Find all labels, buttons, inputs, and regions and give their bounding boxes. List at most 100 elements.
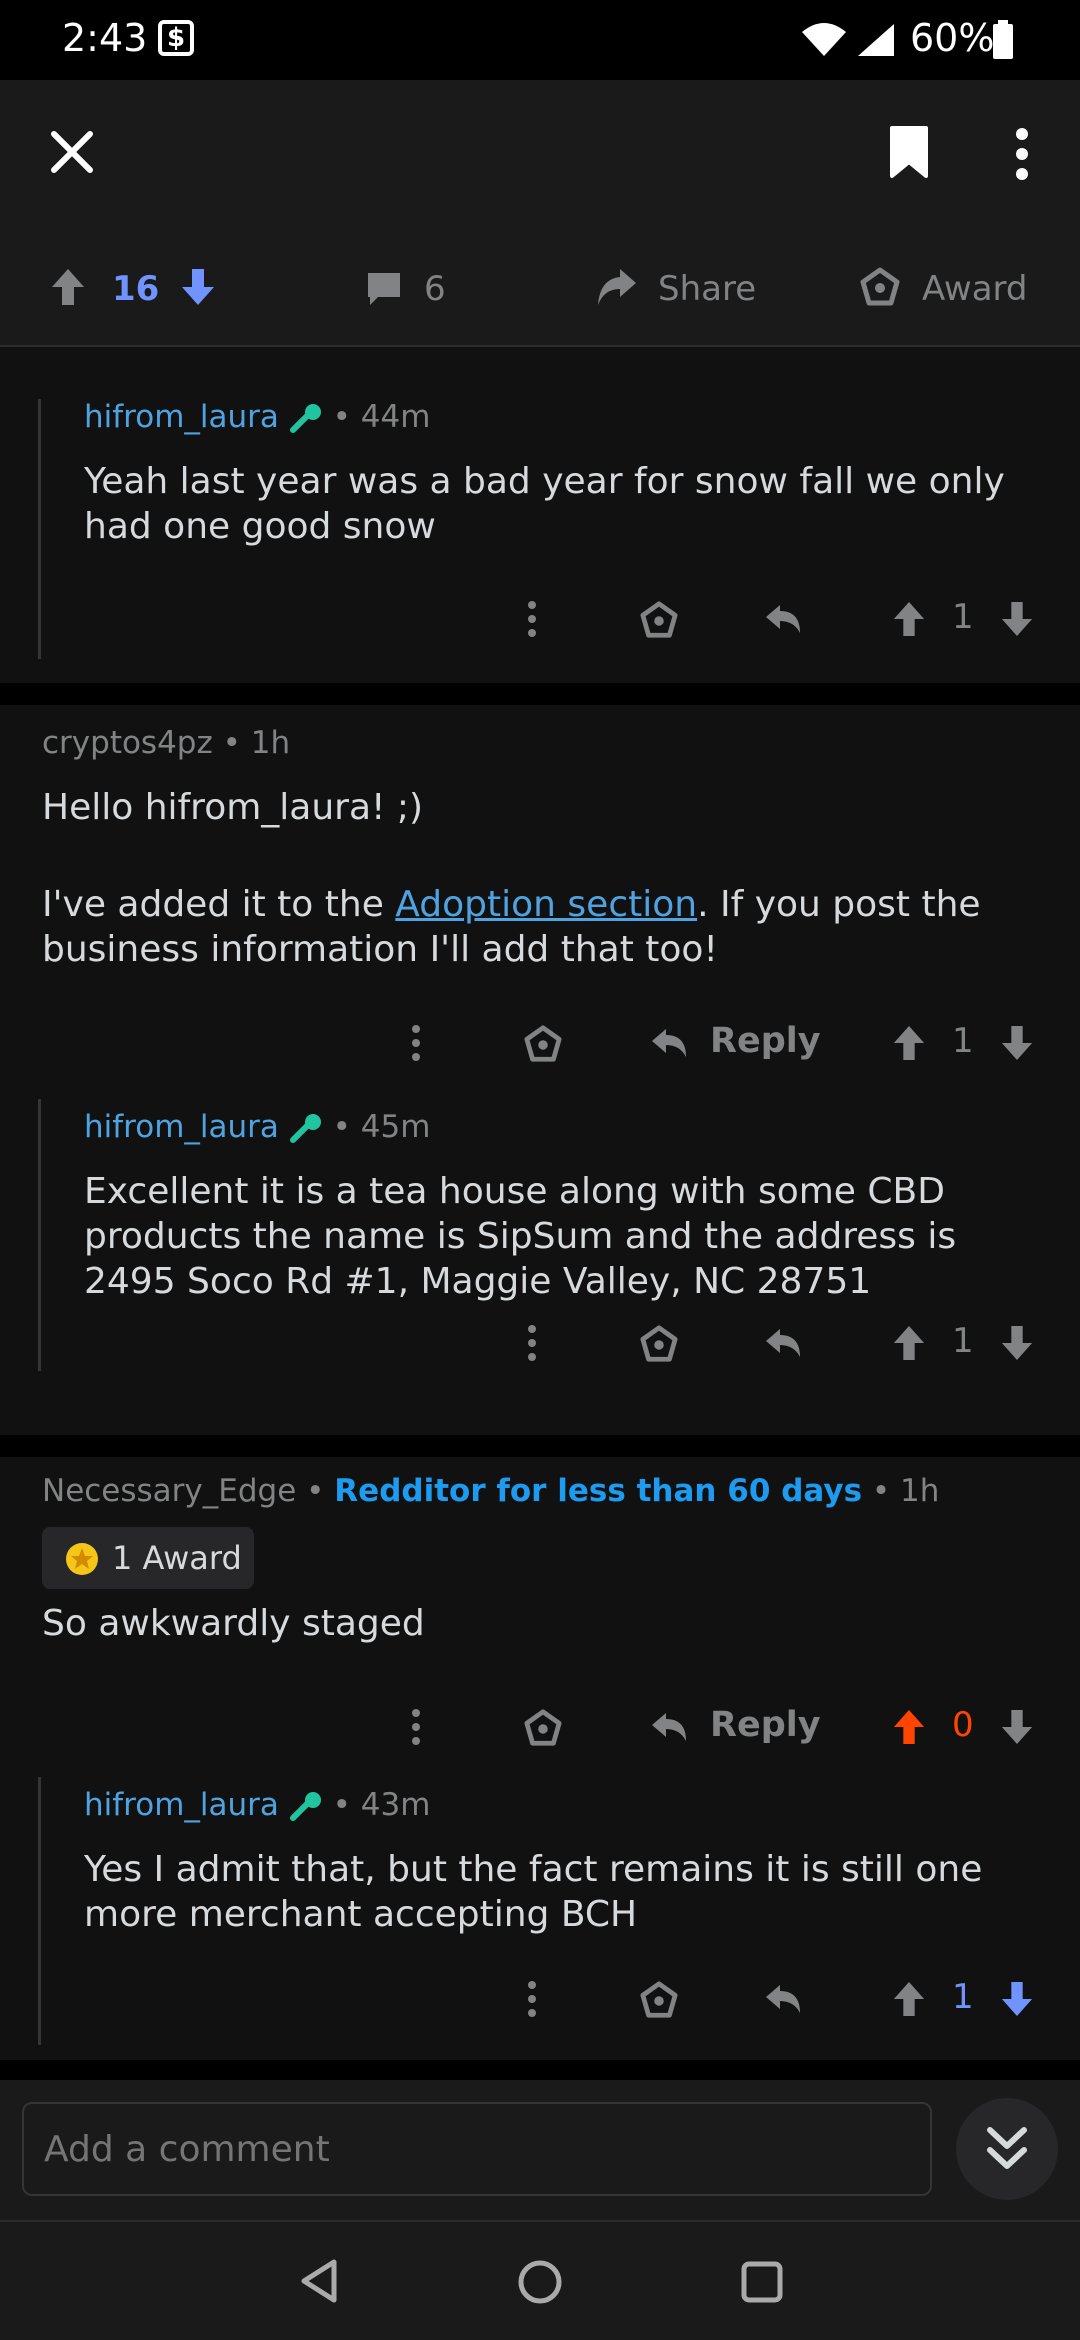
comment-more-icon[interactable] <box>524 599 540 639</box>
reply-icon[interactable] <box>650 1025 690 1061</box>
comment-age: 44m <box>360 399 431 435</box>
comment-score: 1 <box>952 1321 974 1361</box>
comment-more-icon[interactable] <box>524 1979 540 2019</box>
comment-body: Yeah last year was a bad year for snow f… <box>84 461 1005 547</box>
comment-downvote-icon[interactable] <box>1000 1023 1034 1063</box>
comment-award-icon[interactable] <box>640 1981 678 2019</box>
reply-button[interactable]: Reply <box>710 1705 821 1745</box>
reply-icon[interactable] <box>650 1709 690 1745</box>
reply-icon[interactable] <box>764 601 804 637</box>
status-bar: 2:43 $ 60% <box>0 0 1080 80</box>
mic-flair-icon <box>289 1791 321 1821</box>
comment-author[interactable]: hifrom_laura <box>84 399 279 435</box>
comment-downvote-icon[interactable] <box>1000 1979 1034 2019</box>
comment-age: 43m <box>360 1787 431 1823</box>
comment-upvote-icon[interactable] <box>892 1707 926 1747</box>
comment-award-icon[interactable] <box>640 1325 678 1363</box>
mic-flair-icon <box>289 1113 321 1143</box>
double-chevron-down-icon <box>987 2127 1027 2169</box>
comment-hifrom-45m: hifrom_laura • 45m Excellent it is a tea… <box>0 1069 1080 1415</box>
comment-body: So awkwardly staged <box>42 1603 425 1644</box>
comment-author[interactable]: hifrom_laura <box>84 1787 279 1823</box>
post-action-bar: 16 6 Share Award <box>0 225 1080 347</box>
wifi-icon <box>802 23 846 56</box>
award-button[interactable]: Award <box>922 269 1028 309</box>
comment-upvote-icon[interactable] <box>892 1023 926 1063</box>
thread-line <box>38 1777 41 2045</box>
comment-body-paragraph: I've added it to the Adoption section. I… <box>42 884 981 970</box>
comment-author[interactable]: cryptos4pz <box>42 725 213 761</box>
comment-upvote-icon[interactable] <box>892 1979 926 2019</box>
comment-meta: cryptos4pz • 1h <box>42 725 291 761</box>
comment-meta: hifrom_laura • 44m <box>84 399 431 435</box>
comment-body: Hello hifrom_laura! ;) I've added it to … <box>42 785 1042 972</box>
comment-score: 1 <box>952 1021 974 1061</box>
comment-score: 1 <box>952 1977 974 2017</box>
comment-score: 1 <box>952 597 974 637</box>
comment-age: 1h <box>250 725 291 761</box>
comment-body: Yes I admit that, but the fact remains i… <box>84 1849 983 1935</box>
top-toolbar <box>0 80 1080 225</box>
comment-meta: hifrom_laura • 43m <box>84 1787 431 1823</box>
comment-icon[interactable] <box>364 269 404 307</box>
comment-more-icon[interactable] <box>408 1023 424 1063</box>
comment-author[interactable]: Necessary_Edge <box>42 1473 296 1509</box>
gold-award-icon <box>66 1543 98 1575</box>
comment-body-line: Hello hifrom_laura! ;) <box>42 787 424 828</box>
reply-button[interactable]: Reply <box>710 1021 821 1061</box>
comment-upvote-icon[interactable] <box>892 599 926 639</box>
comment-more-icon[interactable] <box>408 1707 424 1747</box>
comment-meta: hifrom_laura • 45m <box>84 1109 431 1145</box>
comment-count: 6 <box>424 269 446 309</box>
signal-icon <box>858 24 894 56</box>
comment-award-icon[interactable] <box>524 1025 562 1063</box>
user-flair: Redditor for less than 60 days <box>334 1473 863 1509</box>
comment-author[interactable]: hifrom_laura <box>84 1109 279 1145</box>
post-score: 16 <box>112 269 160 309</box>
share-button[interactable]: Share <box>658 269 756 309</box>
comment-downvote-icon[interactable] <box>1000 1323 1034 1363</box>
thread-separator <box>0 683 1080 705</box>
comment-downvote-icon[interactable] <box>1000 1707 1034 1747</box>
comment-award-icon[interactable] <box>524 1709 562 1747</box>
comment-award-icon[interactable] <box>640 601 678 639</box>
comment-hifrom-44m: hifrom_laura • 44m Yeah last year was a … <box>0 347 1080 683</box>
thread-separator <box>0 1435 1080 1457</box>
reply-icon[interactable] <box>764 1325 804 1361</box>
comment-score: 0 <box>952 1705 974 1745</box>
award-badge[interactable]: 1 Award <box>42 1527 254 1589</box>
upvote-icon[interactable] <box>50 267 86 307</box>
comment-more-icon[interactable] <box>524 1323 540 1363</box>
recents-nav-icon[interactable] <box>740 2260 784 2304</box>
comment-downvote-icon[interactable] <box>1000 599 1034 639</box>
status-time: 2:43 <box>62 16 148 60</box>
comment-list: hifrom_laura • 44m Yeah last year was a … <box>0 347 1080 2060</box>
thread-line <box>38 1099 41 1371</box>
thread-line <box>38 399 41 659</box>
next-comment-button[interactable] <box>956 2098 1058 2200</box>
bookmark-icon[interactable] <box>888 124 930 180</box>
comment-cryptos4pz: cryptos4pz • 1h Hello hifrom_laura! ;) I… <box>0 705 1080 1069</box>
more-options-icon[interactable] <box>1010 126 1034 182</box>
battery-icon <box>993 20 1013 59</box>
home-nav-icon[interactable] <box>516 2258 564 2306</box>
dollar-app-icon: $ <box>158 20 194 56</box>
close-icon[interactable] <box>50 130 94 174</box>
adoption-section-link[interactable]: Adoption section <box>395 884 697 925</box>
comment-age: 1h <box>900 1473 940 1509</box>
mic-flair-icon <box>289 403 321 433</box>
comment-upvote-icon[interactable] <box>892 1323 926 1363</box>
comment-body: Excellent it is a tea house along with s… <box>84 1171 957 1302</box>
comment-hifrom-43m: hifrom_laura • 43m Yes I admit that, but… <box>0 1747 1080 2045</box>
reply-icon[interactable] <box>764 1981 804 2017</box>
comment-necessary-edge: Necessary_Edge • Redditor for less than … <box>0 1457 1080 1747</box>
battery-percent: 60% <box>910 16 995 60</box>
add-comment-input[interactable] <box>22 2102 932 2196</box>
award-icon[interactable] <box>860 267 900 307</box>
award-count: 1 Award <box>112 1539 242 1577</box>
back-nav-icon[interactable] <box>298 2258 340 2304</box>
share-icon[interactable] <box>594 265 638 309</box>
downvote-icon[interactable] <box>180 267 216 307</box>
comment-meta: Necessary_Edge • Redditor for less than … <box>42 1473 940 1509</box>
system-nav-bar <box>0 2220 1080 2340</box>
